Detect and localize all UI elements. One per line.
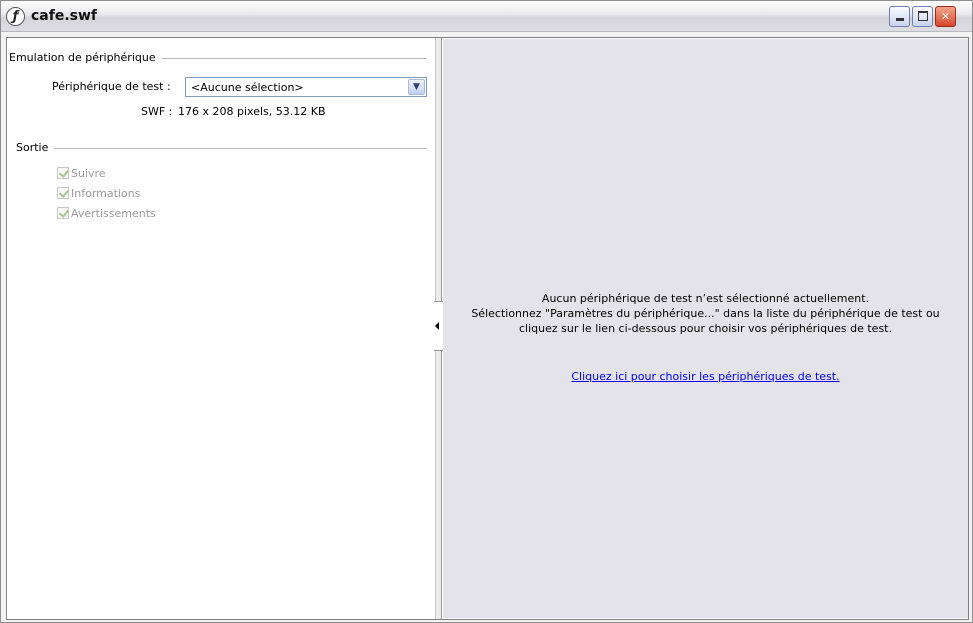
output-section-title: Sortie (16, 141, 55, 154)
choose-test-devices-link[interactable]: Cliquez ici pour choisir les périphériqu… (443, 370, 968, 383)
no-device-message: Aucun périphérique de test n’est sélecti… (443, 291, 968, 336)
pane-splitter[interactable] (434, 38, 443, 619)
chevron-down-icon: ▼ (413, 82, 420, 92)
maximize-button[interactable] (912, 6, 933, 27)
checkbox-icon (57, 167, 69, 179)
test-device-label: Périphérique de test : (52, 80, 171, 93)
checkbox-label: Informations (71, 187, 141, 200)
swf-value: 176 x 208 pixels, 53.12 KB (178, 105, 326, 118)
swf-label: SWF : (141, 105, 173, 118)
dropdown-button[interactable]: ▼ (408, 79, 425, 95)
checkbox-icon (57, 207, 69, 219)
app-window: ƒ cafe.swf ✕ Emulation de périphérique P… (0, 0, 973, 623)
checkbox-informations[interactable]: Informations (57, 187, 140, 200)
emulation-section-title: Emulation de périphérique (9, 51, 162, 64)
flash-icon: ƒ (6, 7, 25, 26)
collapse-handle[interactable] (434, 301, 443, 351)
test-device-value: <Aucune sélection> (191, 81, 304, 94)
checkbox-avertissements[interactable]: Avertissements (57, 207, 156, 220)
content-frame: Emulation de périphérique Périphérique d… (6, 37, 969, 620)
message-line: cliquez sur le lien ci-dessous pour choi… (519, 322, 892, 335)
close-button[interactable]: ✕ (935, 6, 956, 27)
test-device-select[interactable]: <Aucune sélection> ▼ (185, 77, 427, 97)
checkbox-icon (57, 187, 69, 199)
minimize-icon (895, 18, 904, 21)
message-line: Sélectionnez "Paramètres du périphérique… (471, 307, 940, 320)
title-bar[interactable]: ƒ cafe.swf ✕ (1, 1, 972, 32)
checkbox-label: Avertissements (71, 207, 156, 220)
settings-pane: Emulation de périphérique Périphérique d… (8, 39, 435, 618)
window-title: cafe.swf (31, 8, 98, 24)
output-divider (16, 148, 427, 149)
arrow-left-icon (435, 322, 439, 330)
checkbox-suivre[interactable]: Suivre (57, 167, 106, 180)
checkbox-label: Suivre (71, 167, 106, 180)
message-line: Aucun périphérique de test n’est sélecti… (541, 292, 870, 305)
close-icon: ✕ (940, 10, 951, 23)
minimize-button[interactable] (889, 6, 910, 27)
device-preview-pane: Aucun périphérique de test n’est sélecti… (443, 39, 968, 618)
maximize-icon (917, 11, 928, 21)
